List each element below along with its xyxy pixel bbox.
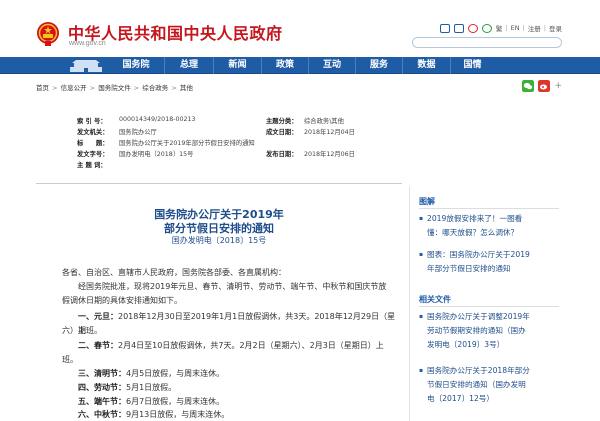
nav-item-state-council[interactable]: 国务院 bbox=[108, 57, 164, 74]
nav-item-premier[interactable]: 总理 bbox=[164, 57, 213, 74]
link-login[interactable]: 登录 bbox=[549, 23, 562, 33]
related-item-2[interactable]: 国务院办公厅关于2018年部分 节假日安排的通知（国办发明 电〔2017〕12号… bbox=[419, 364, 559, 406]
wechat-share-icon[interactable] bbox=[522, 80, 535, 92]
written-date-value: 2018年12月04日 bbox=[304, 129, 355, 136]
nav-item-policy[interactable]: 政策 bbox=[261, 57, 308, 74]
docno-label: 发文字号： bbox=[77, 151, 109, 158]
graphic-heading: 图解 bbox=[419, 197, 435, 206]
site-header: 中华人民共和国中央人民政府 www.gov.cn 繁 | EN | 注册 | 登… bbox=[0, 0, 600, 58]
breadcrumb-info[interactable]: 信息公开 bbox=[61, 84, 87, 92]
more-share-icon[interactable]: + bbox=[554, 81, 562, 91]
graphic-item-text: 年部分节假日安排的通知 bbox=[427, 264, 511, 273]
nav-item-news[interactable]: 新闻 bbox=[213, 57, 261, 74]
sidebar-border bbox=[409, 186, 410, 421]
index-no-value: 000014349/2018-00213 bbox=[119, 116, 196, 123]
breadcrumb-home[interactable]: 首页 bbox=[36, 84, 49, 92]
breadcrumb: 首页 > 信息公开 > 国务院文件 > 综合政务 > 其他 bbox=[36, 84, 193, 92]
wechat-icon[interactable] bbox=[481, 23, 492, 33]
intro-line-2: 假调休日期的具体安排通知如下。 bbox=[62, 296, 182, 305]
graphic-item-text: 2019放假安排来了！一图看 bbox=[427, 214, 523, 223]
link-english[interactable]: EN bbox=[511, 24, 520, 32]
category-label: 主题分类： bbox=[266, 118, 298, 125]
keywords-label: 主 题 词： bbox=[77, 162, 107, 169]
graphic-item-2[interactable]: 图表：国务院办公厅关于2019 年部分节假日安排的通知 bbox=[419, 248, 559, 276]
holiday-label: 五、端午节： bbox=[78, 397, 126, 406]
related-item-text: 国务院办公厅关于调整2019年 bbox=[427, 312, 530, 321]
graphic-item-text: 懂：哪天放假？怎么调休？ bbox=[427, 228, 519, 237]
written-date-label: 成文日期： bbox=[266, 129, 298, 136]
holiday-item: 四、劳动节：5月1日放假。 bbox=[78, 381, 402, 395]
holiday-text: 9月13日放假，与周末连休。 bbox=[126, 410, 230, 419]
article-title-line-2: 部分节假日安排的通知 bbox=[164, 222, 274, 235]
search-input[interactable] bbox=[412, 37, 562, 48]
related-item-text: 节假日安排的通知（国办发明 bbox=[427, 380, 526, 389]
recipients: 各省、自治区、直辖市人民政府，国务院各部委、各直属机构： bbox=[62, 268, 286, 277]
link-register[interactable]: 注册 bbox=[528, 23, 541, 33]
holiday-text: 2月4日至10日放假调休，共7天。2月2日（星期六）、2月3日（星期日）上 bbox=[118, 341, 384, 350]
document-info: 索 引 号： 000014349/2018-00213 主题分类： 综合政务\其… bbox=[77, 116, 387, 176]
holiday-label: 四、劳动节： bbox=[78, 383, 126, 392]
holiday-item: 六、中秋节：9月13日放假，与周末连休。 bbox=[78, 408, 402, 421]
nav-item-interaction[interactable]: 互动 bbox=[308, 57, 355, 74]
link-separator: | bbox=[522, 24, 525, 32]
nav-item-national-info[interactable]: 国情 bbox=[450, 57, 494, 74]
national-emblem-icon[interactable] bbox=[36, 21, 60, 47]
related-item-1[interactable]: 国务院办公厅关于调整2019年 劳动节假期安排的通知（国办 发明电〔2019〕3… bbox=[419, 310, 559, 352]
tiananmen-home-icon[interactable] bbox=[66, 58, 106, 73]
breadcrumb-general[interactable]: 综合政务 bbox=[142, 84, 168, 92]
mail-icon[interactable] bbox=[439, 23, 450, 33]
holiday-label: 三、清明节： bbox=[78, 369, 126, 378]
issuer-value: 国务院办公厅 bbox=[119, 129, 157, 136]
related-item-text: 劳动节假期安排的通知（国办 bbox=[427, 326, 526, 335]
sidebar-divider bbox=[419, 306, 559, 307]
holiday-text: 5月1日放假。 bbox=[126, 383, 177, 392]
nav-items: 国务院 总理 新闻 政策 互动 服务 数据 国情 bbox=[108, 57, 494, 74]
link-traditional[interactable]: 繁 bbox=[496, 23, 503, 33]
breadcrumb-documents[interactable]: 国务院文件 bbox=[98, 84, 131, 92]
related-item-text: 国务院办公厅关于2018年部分 bbox=[427, 366, 530, 375]
nav-item-data[interactable]: 数据 bbox=[402, 57, 450, 74]
holiday-item: 二、春节：2月4日至10日放假调休，共7天。2月2日（星期六）、2月3日（星期日… bbox=[78, 339, 402, 353]
breadcrumb-other[interactable]: 其他 bbox=[180, 84, 193, 92]
holiday-text: 4月5日放假，与周末连休。 bbox=[126, 369, 225, 378]
weibo-icon[interactable] bbox=[467, 23, 478, 33]
category-value: 综合政务\其他 bbox=[304, 118, 344, 125]
sidebar-divider bbox=[419, 208, 559, 209]
published-date-label: 发布日期： bbox=[266, 151, 298, 158]
index-no-label: 索 引 号： bbox=[77, 118, 107, 125]
share-bar: + bbox=[522, 80, 562, 92]
holiday-item: 五、端午节：6月7日放假，与周末连休。 bbox=[78, 395, 402, 409]
main-nav: 国务院 总理 新闻 政策 互动 服务 数据 国情 bbox=[0, 57, 600, 74]
title-value: 国务院办公厅关于2019年部分节假日安排的通知 bbox=[119, 140, 255, 147]
graphic-item-text: 图表：国务院办公厅关于2019 bbox=[427, 250, 530, 259]
holiday-item: 三、清明节：4月5日放假，与周末连休。 bbox=[78, 367, 402, 381]
link-separator: | bbox=[505, 24, 508, 32]
top-links: 繁 | EN | 注册 | 登录 bbox=[439, 23, 562, 33]
article-docno: 国办发明电〔2018〕15号 bbox=[171, 236, 267, 245]
info-divider bbox=[36, 183, 402, 184]
docno-value: 国办发明电〔2018〕15号 bbox=[119, 151, 194, 158]
holiday-label: 六、中秋节： bbox=[78, 410, 126, 419]
holiday-text: 6月7日放假，与周末连休。 bbox=[126, 397, 225, 406]
site-url: www.gov.cn bbox=[69, 40, 106, 47]
holiday-item-continued: 六）上班。 bbox=[62, 326, 102, 335]
link-separator: | bbox=[543, 24, 546, 32]
weibo-share-icon[interactable] bbox=[538, 80, 551, 92]
related-item-text: 电〔2017〕12号） bbox=[427, 394, 494, 403]
related-item-text: 发明电〔2019〕3号） bbox=[427, 340, 505, 349]
published-date-value: 2018年12月06日 bbox=[304, 151, 355, 158]
holiday-item-continued: 班。 bbox=[62, 355, 78, 364]
related-heading: 相关文件 bbox=[419, 295, 451, 304]
holiday-label: 一、元旦： bbox=[78, 312, 118, 321]
title-label: 标 题： bbox=[77, 140, 109, 147]
mobile-icon[interactable] bbox=[453, 23, 464, 33]
graphic-item-1[interactable]: 2019放假安排来了！一图看 懂：哪天放假？怎么调休？ bbox=[419, 212, 559, 240]
intro-line-1: 经国务院批准，现将2019年元旦、春节、清明节、劳动节、端午节、中秋节和国庆节放 bbox=[78, 282, 387, 291]
nav-item-services[interactable]: 服务 bbox=[355, 57, 402, 74]
issuer-label: 发文机关： bbox=[77, 129, 109, 136]
holiday-label: 二、春节： bbox=[78, 341, 118, 350]
